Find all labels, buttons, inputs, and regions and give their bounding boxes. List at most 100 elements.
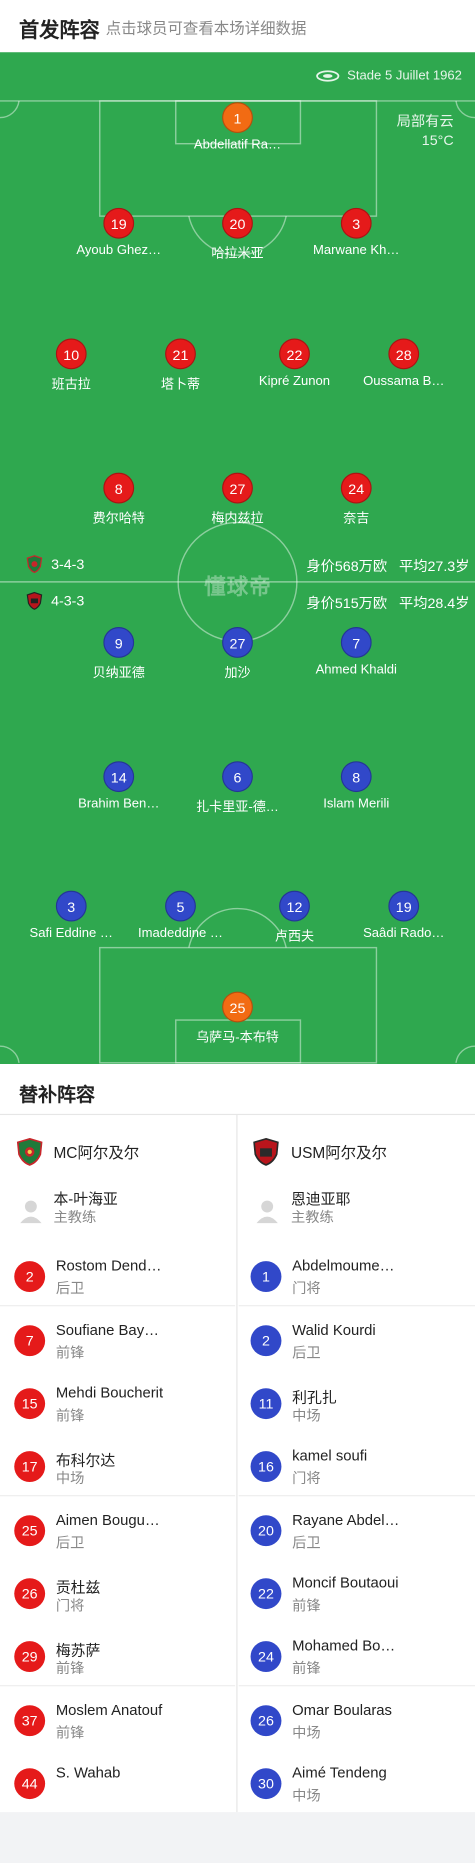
player-number: 8 <box>340 761 372 793</box>
home-sub[interactable]: 37 Moslem Anatouf 前锋 <box>14 1697 240 1749</box>
away-value: 身价515万欧 <box>306 594 388 612</box>
away-coach[interactable]: 恩迪亚耶 主教练 <box>249 1182 475 1234</box>
away-sub[interactable]: 1 Abdelmoume… 门将 <box>250 1253 475 1305</box>
player-name: 卢西夫 <box>274 929 315 945</box>
sub-number: 25 <box>14 1515 46 1547</box>
away-sub[interactable]: 26 Omar Boularas 中场 <box>250 1697 475 1749</box>
player-name: Oussama B… <box>363 374 445 389</box>
row-divider <box>238 1495 475 1497</box>
home-player[interactable]: 22 Kipré Zunon <box>247 338 342 388</box>
home-sub[interactable]: 15 Mehdi Boucherit 前锋 <box>14 1380 240 1432</box>
sub-number: 44 <box>14 1768 46 1800</box>
coach-name: 本-叶海亚 <box>53 1191 118 1208</box>
sub-position: 门将 <box>292 1470 321 1487</box>
sub-position: 后卫 <box>292 1344 321 1361</box>
home-player[interactable]: 8 费尔哈特 <box>71 472 166 528</box>
player-name: 哈拉米亚 <box>211 247 264 262</box>
away-player[interactable]: 12 卢西夫 <box>247 890 342 946</box>
sub-name: Aimen Bougu… <box>55 1511 160 1529</box>
home-sub[interactable]: 25 Aimen Bougu… 后卫 <box>14 1507 240 1559</box>
player-number: 9 <box>103 627 135 658</box>
home-player[interactable]: 28 Oussama B… <box>356 338 451 388</box>
player-name: Brahim Ben… <box>78 796 160 812</box>
row-divider <box>238 1305 475 1307</box>
away-sub[interactable]: 16 kamel soufi 门将 <box>250 1443 475 1495</box>
sub-number: 30 <box>250 1768 282 1800</box>
player-number: 3 <box>340 207 372 239</box>
row-divider <box>0 1305 236 1307</box>
home-sub[interactable]: 29 梅苏萨 前锋 <box>14 1633 240 1685</box>
away-sub[interactable]: 30 Aimé Tendeng 中场 <box>250 1760 475 1812</box>
away-team-logo-icon <box>253 1137 279 1166</box>
away-player[interactable]: 5 Imadeddine … <box>133 890 228 941</box>
venue-name: Stade 5 Juillet 1962 <box>347 68 462 84</box>
home-sub[interactable]: 26 贡杜兹 门将 <box>14 1570 240 1622</box>
sub-name: Walid Kourdi <box>292 1321 376 1339</box>
player-number: 20 <box>222 207 253 239</box>
home-team-info: 3-4-3 身价568万欧 平均27.3岁 <box>0 552 475 576</box>
home-player[interactable]: 21 塔卜蒂 <box>133 338 228 393</box>
sub-number: 26 <box>250 1705 282 1737</box>
home-sub[interactable]: 7 Soufiane Bay… 前锋 <box>14 1317 240 1369</box>
away-team-logo-icon <box>26 591 43 610</box>
away-player[interactable]: 7 Ahmed Khaldi <box>309 627 404 677</box>
player-name: 奈吉 <box>343 511 370 527</box>
sub-position: 门将 <box>55 1597 85 1614</box>
away-sub[interactable]: 24 Mohamed Bo… 前锋 <box>250 1633 475 1685</box>
sub-number: 20 <box>250 1515 282 1547</box>
home-player[interactable]: 20 哈拉米亚 <box>190 207 285 263</box>
away-sub[interactable]: 22 Moncif Boutaoui 前锋 <box>250 1570 475 1622</box>
home-player[interactable]: 24 奈吉 <box>309 472 404 528</box>
away-player[interactable]: 9 贝纳亚德 <box>71 627 166 682</box>
home-avg-age: 平均27.3岁 <box>399 558 470 575</box>
away-sub[interactable]: 11 利孔扎 中场 <box>250 1380 475 1432</box>
away-player[interactable]: 14 Brahim Ben… <box>71 761 166 811</box>
sub-number: 17 <box>14 1451 46 1482</box>
home-player[interactable]: 10 班古拉 <box>24 338 119 393</box>
player-number: 1 <box>222 102 253 133</box>
away-sub[interactable]: 20 Rayane Abdel… 后卫 <box>250 1507 475 1559</box>
player-name: 贝纳亚德 <box>92 666 145 681</box>
home-player[interactable]: 3 Marwane Kh… <box>309 207 404 258</box>
home-sub[interactable]: 17 布科尔达 中场 <box>14 1443 240 1495</box>
player-number: 28 <box>388 338 420 370</box>
player-number: 19 <box>388 890 420 922</box>
stadium-icon <box>316 70 340 82</box>
sub-name: Rayane Abdel… <box>292 1511 400 1529</box>
player-number: 5 <box>165 890 196 922</box>
home-player[interactable]: 19 Ayoub Ghez… <box>71 207 166 258</box>
away-player[interactable]: 25 乌萨马-本布特 <box>190 991 285 1047</box>
player-number: 8 <box>103 472 135 504</box>
away-player[interactable]: 19 Saâdi Rado… <box>356 890 451 941</box>
player-number: 12 <box>279 890 310 922</box>
sub-position: 前锋 <box>55 1724 85 1741</box>
player-name: Saâdi Rado… <box>363 926 445 941</box>
home-player[interactable]: 27 梅内兹拉 <box>190 472 285 528</box>
sub-name: Moslem Anatouf <box>55 1701 163 1719</box>
away-avg-age: 平均28.4岁 <box>399 594 470 612</box>
away-sub[interactable]: 2 Walid Kourdi 后卫 <box>250 1317 475 1369</box>
sub-name: S. Wahab <box>55 1764 121 1782</box>
player-name: 梅内兹拉 <box>211 511 264 527</box>
row-divider <box>0 1685 236 1687</box>
player-number: 3 <box>55 890 87 922</box>
home-sub[interactable]: 44 S. Wahab <box>14 1760 240 1812</box>
coach-role: 主教练 <box>53 1208 97 1226</box>
player-number: 10 <box>55 338 87 370</box>
weather-text: 局部有云 <box>396 112 454 130</box>
home-player[interactable]: 1 Abdellatif Ra… <box>190 102 285 152</box>
home-formation: 3-4-3 <box>51 555 85 573</box>
row-divider <box>0 1495 236 1497</box>
away-player[interactable]: 6 扎卡里亚-德… <box>190 761 285 816</box>
venue: Stade 5 Juillet 1962 <box>316 69 462 83</box>
away-player[interactable]: 3 Safi Eddine … <box>24 890 119 941</box>
away-player[interactable]: 8 Islam Merili <box>309 761 404 811</box>
player-number: 27 <box>222 627 253 658</box>
home-coach[interactable]: 本-叶海亚 主教练 <box>12 1182 238 1234</box>
player-name: Abdellatif Ra… <box>193 137 282 152</box>
away-player[interactable]: 27 加沙 <box>190 627 285 682</box>
sub-position: 中场 <box>292 1724 321 1741</box>
home-sub[interactable]: 2 Rostom Dend… 后卫 <box>14 1253 240 1305</box>
sub-position: 前锋 <box>292 1597 321 1614</box>
home-team-name: MC阿尔及尔 <box>53 1143 140 1162</box>
